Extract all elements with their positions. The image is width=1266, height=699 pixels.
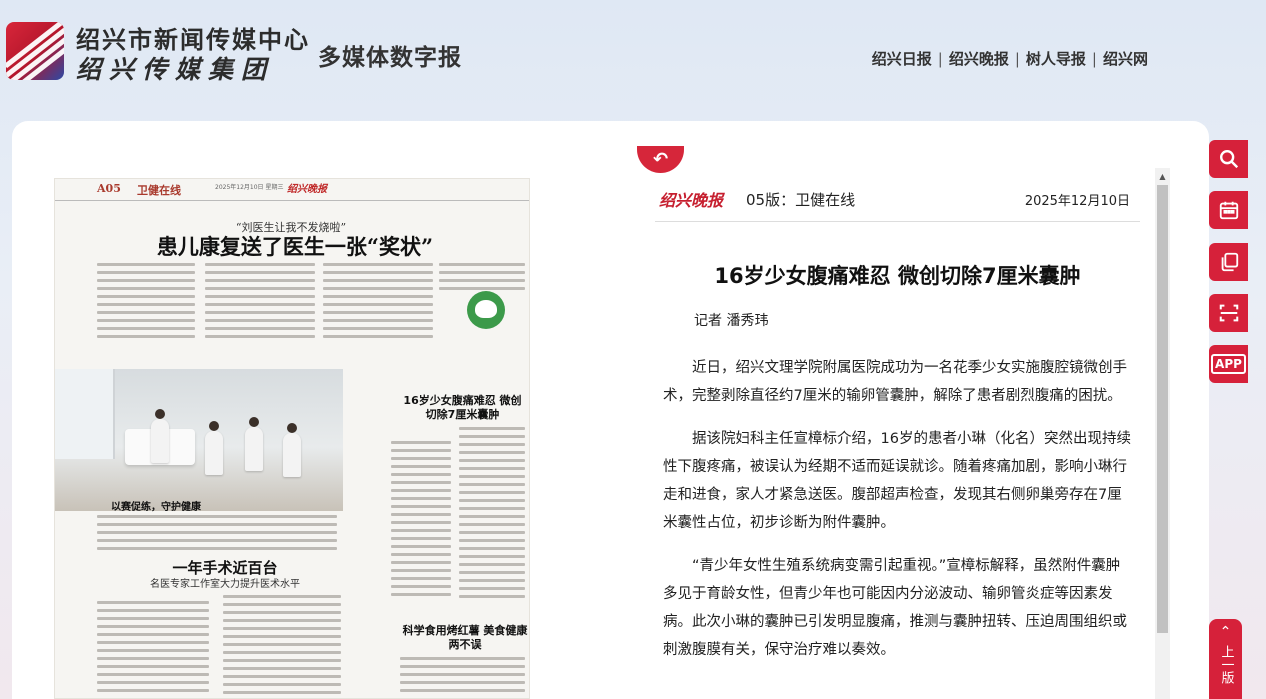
search-button[interactable]: [1209, 140, 1248, 178]
text-column: [323, 263, 433, 343]
top-nav: 绍兴日报 | 绍兴晚报 | 树人导报 | 绍兴网: [872, 48, 1148, 69]
nav-link-shaoxing-daily[interactable]: 绍兴日报: [872, 48, 932, 69]
story3-subtitle[interactable]: 名医专家工作室大力提升医术水平: [115, 575, 335, 590]
nav-separator: |: [1014, 49, 1020, 68]
site-subtitle: 多媒体数字报: [318, 44, 462, 71]
paper-brand: 绍兴晚报: [287, 184, 327, 195]
nav-link-shuren-daobao[interactable]: 树人导报: [1026, 48, 1086, 69]
scroll-up-arrow-icon[interactable]: ▲: [1155, 168, 1170, 185]
copy-button[interactable]: [1209, 243, 1248, 281]
article-paragraph: 据该院妇科主任宣樟标介绍，16岁的患者小琳（化名）突然出现持续性下腹疼痛，被误认…: [663, 431, 1131, 531]
newspaper-page-image[interactable]: A05 卫健在线 2025年12月10日 星期三 绍兴晚报 “刘医生让我不发烧啦…: [54, 178, 530, 699]
story1-title[interactable]: 患儿康复送了医生一张“奖状”: [115, 231, 475, 261]
nav-link-shaoxing-net[interactable]: 绍兴网: [1103, 48, 1148, 69]
text-column: [205, 263, 315, 343]
text-column: [459, 427, 525, 603]
paper-section: 卫健在线: [137, 184, 181, 197]
article-section: 05版：卫健在线: [746, 191, 856, 209]
calendar-button[interactable]: [1209, 191, 1248, 229]
article-meta-bar: 绍兴晚报 05版：卫健在线 2025年12月10日: [655, 178, 1140, 222]
scan-button[interactable]: [1209, 294, 1248, 332]
article-paragraph: 近日，绍兴文理学院附属医院成功为一名花季少女实施腹腔镜微创手术，完整剥除直径约7…: [663, 360, 1127, 404]
nav-separator: |: [1091, 49, 1097, 68]
paper-date: 2025年12月10日 星期三: [215, 184, 284, 191]
app-icon: APP: [1211, 354, 1246, 374]
health-badge-logo: [447, 291, 527, 349]
return-arrow-icon: ↶: [652, 149, 669, 170]
article-title: 16岁少女腹痛难忍 微创切除7厘米囊肿: [714, 264, 1081, 288]
news-photo[interactable]: [55, 369, 343, 511]
search-icon: [1219, 150, 1238, 169]
article-paragraph: “青少年女性生殖系统病变需引起重视。”宣樟标解释，虽然附件囊肿多见于育龄女性，但…: [663, 558, 1127, 658]
text-column: [391, 441, 451, 601]
text-column: [97, 515, 337, 555]
text-column: [97, 601, 209, 697]
article-scrollbar[interactable]: ▲: [1155, 168, 1170, 699]
text-column: [400, 657, 525, 697]
paper-header: A05 卫健在线 2025年12月10日 星期三 绍兴晚报: [55, 179, 529, 201]
article-panel: 绍兴晚报 05版：卫健在线 2025年12月10日 16岁少女腹痛难忍 微创切除…: [655, 178, 1150, 699]
text-column: [223, 595, 341, 698]
photo-caption[interactable]: 以赛促练，守护健康: [111, 498, 201, 513]
app-button[interactable]: APP: [1209, 345, 1248, 383]
nav-separator: |: [937, 49, 943, 68]
article-brand: 绍兴晚报: [659, 191, 724, 210]
article-body: 近日，绍兴文理学院附属医院成功为一名花季少女实施腹腔镜微创手术，完整剥除直径约7…: [663, 354, 1133, 679]
article-date: 2025年12月10日: [1024, 194, 1130, 209]
story4-title[interactable]: 科学食用烤红薯 美食健康两不误: [400, 624, 529, 652]
article-author: 记者 潘秀玮: [694, 313, 769, 329]
chevron-up-icon: ⌃: [1219, 624, 1232, 640]
copy-icon: [1221, 252, 1238, 272]
logo-line2: 绍兴传媒集团: [76, 55, 275, 84]
nav-link-shaoxing-evening[interactable]: 绍兴晚报: [949, 48, 1009, 69]
previous-page-button[interactable]: ⌃ 上一版: [1209, 619, 1242, 699]
text-column: [97, 263, 195, 343]
logo-icon[interactable]: [6, 22, 64, 80]
story2-title[interactable]: 16岁少女腹痛难忍 微创切除7厘米囊肿: [400, 394, 525, 422]
paper-page-number: A05: [97, 182, 121, 195]
scrollbar-thumb[interactable]: [1157, 185, 1168, 633]
previous-page-label: 上一版: [1218, 645, 1234, 684]
site-header: 绍兴市新闻传媒中心 绍兴传媒集团 多媒体数字报 绍兴日报 | 绍兴晚报 | 树人…: [0, 0, 1266, 118]
calendar-icon: [1219, 201, 1238, 220]
scan-icon: [1219, 304, 1238, 322]
